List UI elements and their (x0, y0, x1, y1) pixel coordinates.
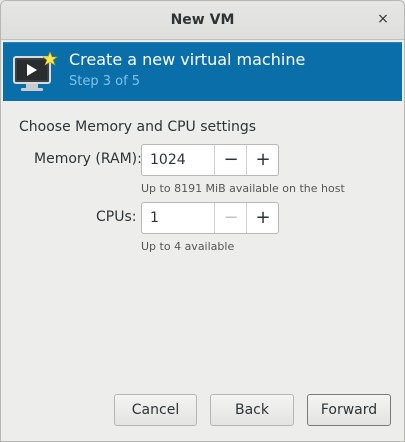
section-heading: Choose Memory and CPU settings (19, 119, 257, 135)
memory-hint: Up to 8191 MiB available on the host (141, 182, 345, 195)
cpus-decrement-button[interactable]: − (214, 203, 247, 233)
new-vm-dialog: New VM × Create a new virtual machine St… (0, 0, 405, 442)
wizard-title: Create a new virtual machine (69, 50, 306, 69)
memory-label: Memory (RAM): (34, 151, 142, 167)
memory-input[interactable] (142, 145, 214, 175)
cpus-increment-button[interactable]: + (246, 203, 279, 233)
wizard-step-indicator: Step 3 of 5 (69, 74, 141, 89)
cpus-hint: Up to 4 available (141, 240, 235, 253)
forward-button[interactable]: Forward (307, 394, 391, 426)
close-icon[interactable]: × (374, 10, 392, 28)
cpus-label: CPUs: (96, 209, 137, 225)
cpus-spinner: − + (141, 202, 279, 234)
virtual-machine-screen-icon (13, 51, 58, 91)
cancel-button[interactable]: Cancel (114, 394, 197, 426)
memory-spinner: − + (141, 144, 279, 176)
memory-increment-button[interactable]: + (246, 145, 279, 175)
title-bar: New VM × (1, 1, 404, 40)
cpus-input[interactable] (142, 203, 214, 233)
back-button[interactable]: Back (210, 394, 294, 426)
memory-decrement-button[interactable]: − (214, 145, 247, 175)
wizard-header: Create a new virtual machine Step 3 of 5 (3, 42, 402, 101)
window-title: New VM (170, 12, 235, 28)
